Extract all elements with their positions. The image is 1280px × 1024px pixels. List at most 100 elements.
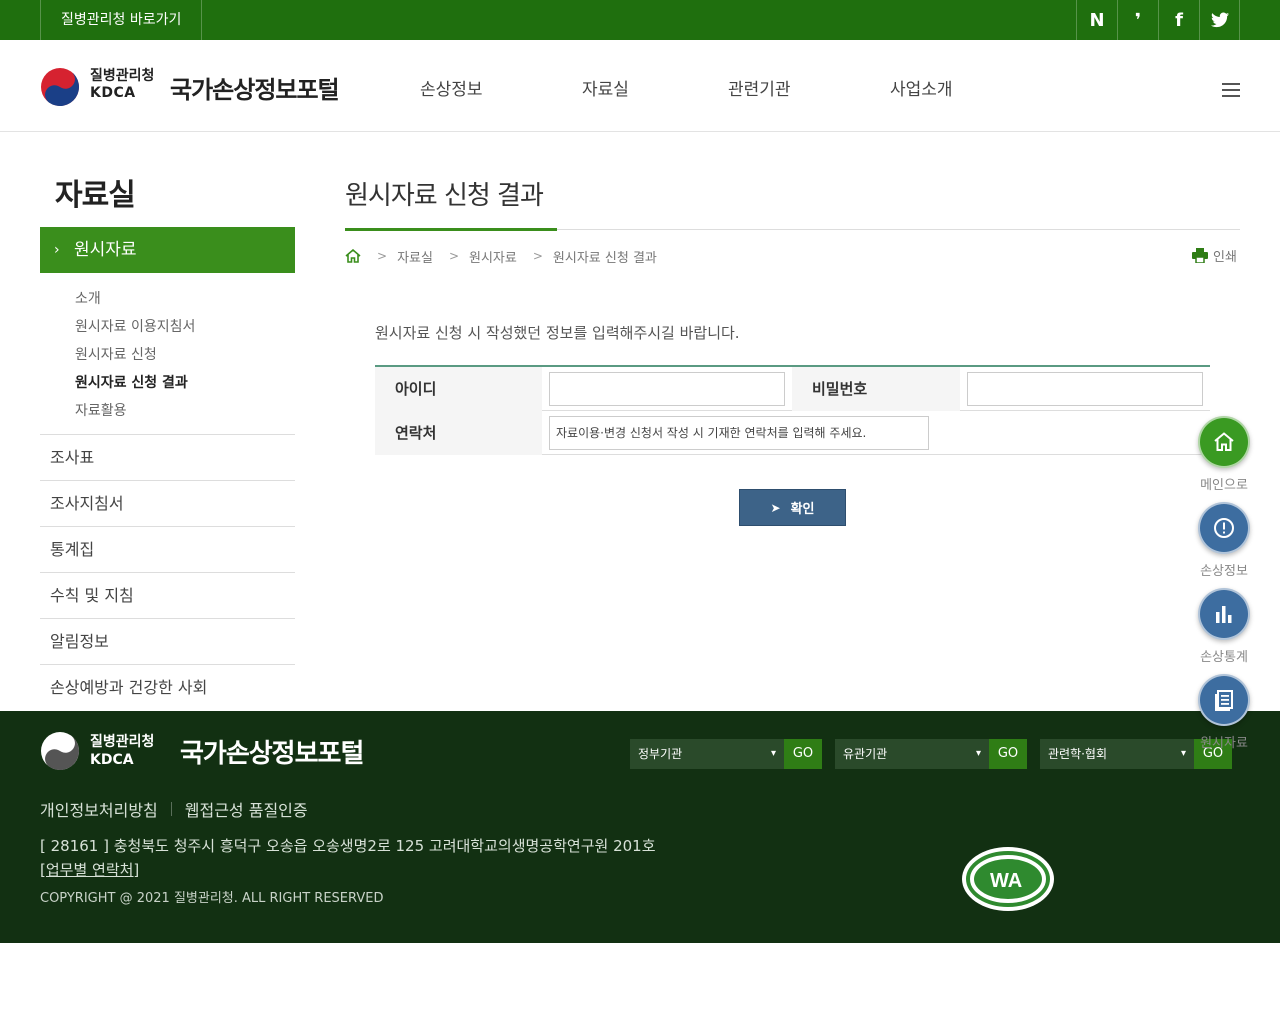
confirm-label: 확인: [790, 502, 815, 517]
breadcrumb-item[interactable]: 원시자료: [469, 247, 517, 266]
site-header: 질병관리청 KDCA 국가손상정보포털 손상정보 자료실 관련기관 사업소개: [0, 40, 1280, 132]
nav-injury-info[interactable]: 손상정보: [420, 75, 483, 100]
print-button[interactable]: 인쇄: [1192, 246, 1237, 265]
breadcrumb-separator-icon: >: [377, 249, 388, 263]
id-label: 아이디: [375, 367, 542, 411]
nav-business-intro[interactable]: 사업소개: [890, 75, 953, 100]
nav-data-room[interactable]: 자료실: [582, 75, 629, 100]
play-arrow-icon: ➤: [770, 500, 781, 515]
footer-site-title: 국가손상정보포털: [180, 739, 364, 769]
association-dropdown[interactable]: 관련학·협회 ▾: [1040, 739, 1194, 769]
contact-by-task-link[interactable]: [업무별 연락처]: [40, 859, 139, 880]
top-bar: 질병관리청 바로가기 N ❜ f: [0, 0, 1280, 40]
breadcrumb-item: 원시자료 신청 결과: [552, 250, 657, 266]
info-icon: [1198, 502, 1250, 554]
breadcrumb: > 자료실 > 원시자료 > 원시자료 신청 결과: [345, 246, 657, 266]
submenu-request-result[interactable]: 원시자료 신청 결과: [75, 372, 195, 400]
sidebar-submenu: 소개 원시자료 이용지침서 원시자료 신청 원시자료 신청 결과 자료활용: [75, 288, 195, 428]
password-input[interactable]: [967, 372, 1203, 406]
submenu-intro[interactable]: 소개: [75, 288, 195, 316]
site-footer: 질병관리청 KDCA 국가손상정보포털 정부기관 ▾ GO 유관기관 ▾ GO 관련…: [0, 711, 1280, 943]
quick-injury-info[interactable]: 손상정보: [1197, 502, 1251, 579]
printer-icon: [1192, 248, 1208, 263]
org-name-text: 질병관리청: [90, 68, 155, 84]
related-org-go-button[interactable]: GO: [989, 739, 1027, 769]
privacy-policy-link[interactable]: 개인정보처리방침: [40, 797, 158, 821]
sidebar-item-healthy-society[interactable]: 손상예방과 건강한 사회: [40, 664, 295, 710]
org-abbr-text: KDCA: [90, 85, 136, 101]
quick-main[interactable]: 메인으로: [1197, 416, 1251, 493]
document-icon: [1198, 674, 1250, 726]
quick-label: 손상통계: [1200, 650, 1248, 665]
contact-label: 연락처: [375, 411, 542, 455]
contact-input[interactable]: [549, 416, 929, 450]
copyright: COPYRIGHT @ 2021 질병관리청. ALL RIGHT RESERV…: [40, 891, 384, 906]
submenu-raw-data-request[interactable]: 원시자료 신청: [75, 344, 195, 372]
chevron-down-icon: ▾: [975, 748, 981, 759]
gov-org-go-button[interactable]: GO: [784, 739, 822, 769]
gov-org-dropdown[interactable]: 정부기관 ▾: [630, 739, 784, 769]
gov-org-dropdown-label: 정부기관: [638, 747, 683, 761]
lookup-form: 아이디 비밀번호 연락처: [375, 365, 1210, 455]
sidebar-item-notice[interactable]: 알림정보: [40, 618, 295, 664]
id-input[interactable]: [549, 372, 785, 406]
bar-chart-icon: [1198, 588, 1250, 640]
footer-org-abbr-text: KDCA: [90, 752, 134, 768]
naver-post-icon[interactable]: ❜: [1117, 0, 1158, 40]
breadcrumb-separator-icon: >: [448, 249, 460, 263]
footer-link-divider: [170, 802, 172, 816]
badge-text: WA: [990, 870, 1022, 892]
sidebar-item-raw-data[interactable]: › 원시자료: [40, 227, 295, 273]
title-accent-bar: [345, 228, 557, 231]
footer-kdca-logo-icon[interactable]: [40, 731, 80, 771]
quick-label: 손상정보: [1200, 564, 1248, 579]
sidebar-item-survey-guide[interactable]: 조사지침서: [40, 480, 295, 526]
quick-raw-data[interactable]: 원시자료: [1197, 674, 1251, 751]
gov-org-select: 정부기관 ▾ GO: [630, 739, 822, 769]
sidebar-item-questionnaire[interactable]: 조사표: [40, 434, 295, 480]
related-org-select: 유관기관 ▾ GO: [835, 739, 1027, 769]
breadcrumb-separator-icon: >: [532, 249, 543, 263]
web-accessibility-badge-icon: WA: [962, 847, 1054, 911]
chevron-down-icon: ▾: [1180, 748, 1186, 759]
twitter-icon[interactable]: [1199, 0, 1240, 40]
social-links: N ❜ f: [1076, 0, 1240, 40]
hamburger-menu-icon[interactable]: [1222, 83, 1240, 97]
related-org-dropdown-label: 유관기관: [843, 747, 888, 761]
quick-injury-stats[interactable]: 손상통계: [1197, 588, 1251, 665]
password-label: 비밀번호: [792, 367, 960, 411]
print-label: 인쇄: [1213, 250, 1237, 265]
association-dropdown-label: 관련학·협회: [1048, 747, 1108, 761]
related-org-dropdown[interactable]: 유관기관 ▾: [835, 739, 989, 769]
submenu-usage-guide[interactable]: 원시자료 이용지침서: [75, 316, 195, 344]
home-icon: [1198, 416, 1250, 468]
guide-text: 원시자료 신청 시 작성했던 정보를 입력해주시길 바랍니다.: [375, 324, 740, 342]
kdca-logo-icon[interactable]: [40, 67, 80, 107]
nav-related-orgs[interactable]: 관련기관: [728, 75, 791, 100]
accessibility-cert-link[interactable]: 웹접근성 품질인증: [185, 797, 308, 821]
submenu-data-usage[interactable]: 자료활용: [75, 400, 195, 428]
kdca-shortcut-link[interactable]: 질병관리청 바로가기: [40, 0, 203, 40]
footer-links: 개인정보처리방침 웹접근성 품질인증: [40, 797, 308, 821]
confirm-button[interactable]: ➤ 확인: [739, 489, 846, 526]
page-title: 원시자료 신청 결과: [345, 181, 544, 211]
footer-org-name-text: 질병관리청: [90, 734, 155, 750]
site-title[interactable]: 국가손상정보포털: [170, 70, 340, 105]
form-row-credentials: 아이디 비밀번호: [375, 367, 1210, 411]
chevron-right-icon: ›: [54, 242, 60, 258]
quick-label: 메인으로: [1200, 478, 1248, 493]
home-icon[interactable]: [345, 249, 361, 263]
quick-label: 원시자료: [1200, 736, 1248, 751]
facebook-icon[interactable]: f: [1158, 0, 1199, 40]
sidebar-title: 자료실: [55, 178, 136, 213]
form-row-contact: 연락처: [375, 411, 1210, 455]
naver-blog-icon[interactable]: N: [1076, 0, 1117, 40]
chevron-down-icon: ▾: [770, 748, 776, 759]
footer-org-name: 질병관리청 KDCA: [90, 733, 154, 769]
sidebar-item-statistics[interactable]: 통계집: [40, 526, 295, 572]
header-org-name[interactable]: 질병관리청 KDCA: [90, 68, 154, 102]
footer-address: [ 28161 ] 충청북도 청주시 흥덕구 오송읍 오송생명2로 125 고려…: [40, 837, 656, 855]
sidebar-list: 조사표 조사지침서 통계집 수칙 및 지침 알림정보 손상예방과 건강한 사회: [40, 434, 295, 710]
sidebar-item-rules[interactable]: 수칙 및 지침: [40, 572, 295, 618]
breadcrumb-item[interactable]: 자료실: [397, 247, 433, 266]
